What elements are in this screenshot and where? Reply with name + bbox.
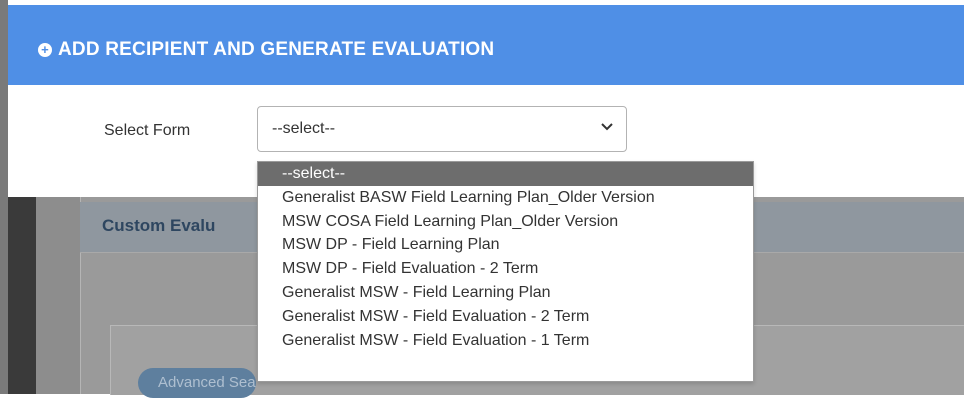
option-generalist-msw-evaluation-1-term[interactable]: Generalist MSW - Field Evaluation - 1 Te… (258, 329, 753, 353)
background-card-title: Custom Evalu (102, 216, 216, 235)
select-form-options-list: --select-- Generalist BASW Field Learnin… (257, 161, 754, 382)
option-generalist-msw-evaluation-2-term[interactable]: Generalist MSW - Field Evaluation - 2 Te… (258, 305, 753, 329)
option-msw-dp-learning-plan[interactable]: MSW DP - Field Learning Plan (258, 233, 753, 257)
chevron-down-icon (601, 123, 613, 131)
background-sidebar (8, 197, 36, 394)
option-generalist-basw-learning-plan-older[interactable]: Generalist BASW Field Learning Plan_Olde… (258, 186, 753, 210)
select-form-label: Select Form (104, 122, 191, 139)
modal-title-row: + ADD RECIPIENT AND GENERATE EVALUATION (38, 39, 494, 61)
option-msw-dp-evaluation-2-term[interactable]: MSW DP - Field Evaluation - 2 Term (258, 257, 753, 281)
modal-title: ADD RECIPIENT AND GENERATE EVALUATION (58, 39, 495, 60)
option-generalist-msw-learning-plan[interactable]: Generalist MSW - Field Learning Plan (258, 281, 753, 305)
select-form-value: --select-- (272, 120, 336, 137)
option-msw-cosa-learning-plan-older[interactable]: MSW COSA Field Learning Plan_Older Versi… (258, 210, 753, 234)
modal-header: + ADD RECIPIENT AND GENERATE EVALUATION (8, 5, 964, 85)
option-select-placeholder[interactable]: --select-- (258, 162, 753, 186)
select-form-dropdown[interactable]: --select-- (257, 106, 627, 152)
plus-circle-icon: + (38, 43, 52, 57)
